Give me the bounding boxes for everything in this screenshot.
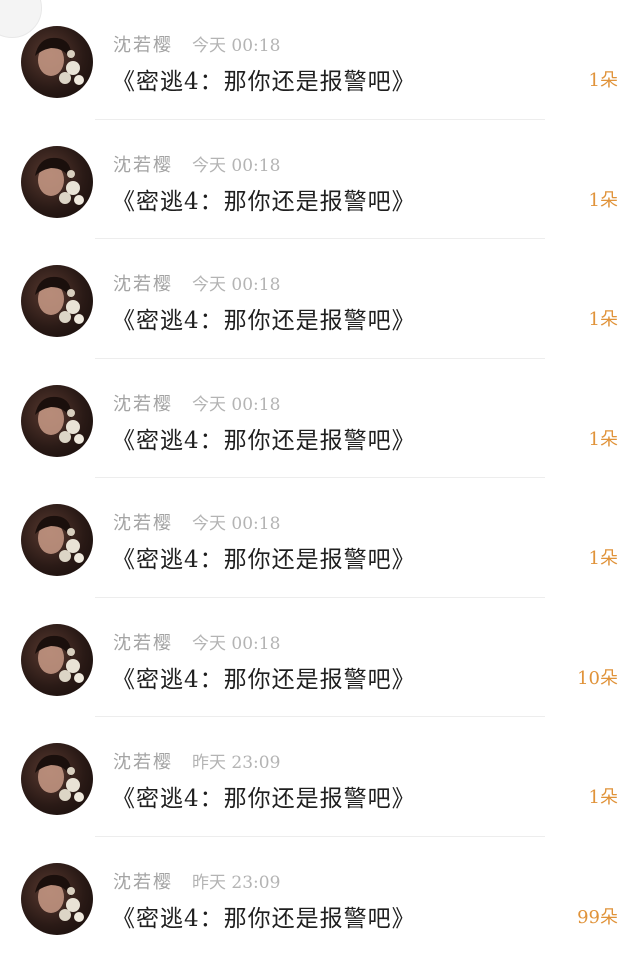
sender-name: 沈若樱 bbox=[113, 31, 173, 57]
message-row[interactable]: 沈若樱 今天 00:18 《密逃4：那你还是报警吧》 1朵 bbox=[0, 120, 640, 240]
sender-name: 沈若樱 bbox=[113, 151, 173, 177]
flower-count: 1朵 bbox=[589, 66, 618, 92]
message-row[interactable]: 沈若樱 今天 00:18 《密逃4：那你还是报警吧》 1朵 bbox=[0, 239, 640, 359]
sender-name: 沈若樱 bbox=[113, 509, 173, 535]
flower-count: 1朵 bbox=[589, 425, 618, 451]
message-row[interactable]: 沈若樱 今天 00:18 《密逃4：那你还是报警吧》 1朵 bbox=[0, 359, 640, 479]
message-title[interactable]: 《密逃4：那你还是报警吧》 bbox=[112, 660, 416, 694]
message-title[interactable]: 《密逃4：那你还是报警吧》 bbox=[112, 62, 416, 96]
message-title[interactable]: 《密逃4：那你还是报警吧》 bbox=[112, 301, 416, 335]
message-title[interactable]: 《密逃4：那你还是报警吧》 bbox=[112, 182, 416, 216]
message-row[interactable]: 沈若樱 今天 00:18 《密逃4：那你还是报警吧》 1朵 bbox=[0, 478, 640, 598]
timestamp: 今天 00:18 bbox=[192, 509, 280, 534]
user-avatar-photo-icon bbox=[21, 265, 93, 337]
user-avatar-photo-icon bbox=[21, 26, 93, 98]
user-avatar-photo-icon bbox=[21, 146, 93, 218]
sender-name: 沈若樱 bbox=[113, 868, 173, 894]
timestamp: 昨天 23:09 bbox=[192, 748, 280, 773]
flower-count: 99朵 bbox=[577, 903, 618, 929]
flower-count: 10朵 bbox=[577, 664, 618, 690]
avatar[interactable] bbox=[21, 26, 93, 98]
timestamp: 今天 00:18 bbox=[192, 31, 280, 56]
sender-name: 沈若樱 bbox=[113, 629, 173, 655]
sender-name: 沈若樱 bbox=[113, 748, 173, 774]
user-avatar-photo-icon bbox=[21, 385, 93, 457]
user-avatar-photo-icon bbox=[21, 624, 93, 696]
message-title[interactable]: 《密逃4：那你还是报警吧》 bbox=[112, 421, 416, 455]
timestamp: 昨天 23:09 bbox=[192, 868, 280, 893]
avatar[interactable] bbox=[21, 743, 93, 815]
sender-name: 沈若樱 bbox=[113, 270, 173, 296]
user-avatar-photo-icon bbox=[21, 504, 93, 576]
avatar[interactable] bbox=[21, 146, 93, 218]
avatar[interactable] bbox=[21, 504, 93, 576]
avatar[interactable] bbox=[21, 265, 93, 337]
message-title[interactable]: 《密逃4：那你还是报警吧》 bbox=[112, 540, 416, 574]
timestamp: 今天 00:18 bbox=[192, 151, 280, 176]
user-avatar-photo-icon bbox=[21, 863, 93, 935]
flower-count: 1朵 bbox=[589, 186, 618, 212]
avatar[interactable] bbox=[21, 863, 93, 935]
flower-count: 1朵 bbox=[589, 783, 618, 809]
message-list: 沈若樱 今天 00:18 《密逃4：那你还是报警吧》 1朵 沈若樱 今天 00:… bbox=[0, 0, 640, 956]
user-avatar-photo-icon bbox=[21, 743, 93, 815]
flower-count: 1朵 bbox=[589, 544, 618, 570]
timestamp: 今天 00:18 bbox=[192, 270, 280, 295]
avatar[interactable] bbox=[21, 624, 93, 696]
timestamp: 今天 00:18 bbox=[192, 629, 280, 654]
message-row[interactable]: 沈若樱 今天 00:18 《密逃4：那你还是报警吧》 1朵 bbox=[0, 0, 640, 120]
sender-name: 沈若樱 bbox=[113, 390, 173, 416]
flower-count: 1朵 bbox=[589, 305, 618, 331]
avatar[interactable] bbox=[21, 385, 93, 457]
message-title[interactable]: 《密逃4：那你还是报警吧》 bbox=[112, 899, 416, 933]
timestamp: 今天 00:18 bbox=[192, 390, 280, 415]
message-row[interactable]: 沈若樱 昨天 23:09 《密逃4：那你还是报警吧》 1朵 bbox=[0, 717, 640, 837]
message-row[interactable]: 沈若樱 昨天 23:09 《密逃4：那你还是报警吧》 99朵 bbox=[0, 837, 640, 956]
message-title[interactable]: 《密逃4：那你还是报警吧》 bbox=[112, 779, 416, 813]
message-row[interactable]: 沈若樱 今天 00:18 《密逃4：那你还是报警吧》 10朵 bbox=[0, 598, 640, 718]
